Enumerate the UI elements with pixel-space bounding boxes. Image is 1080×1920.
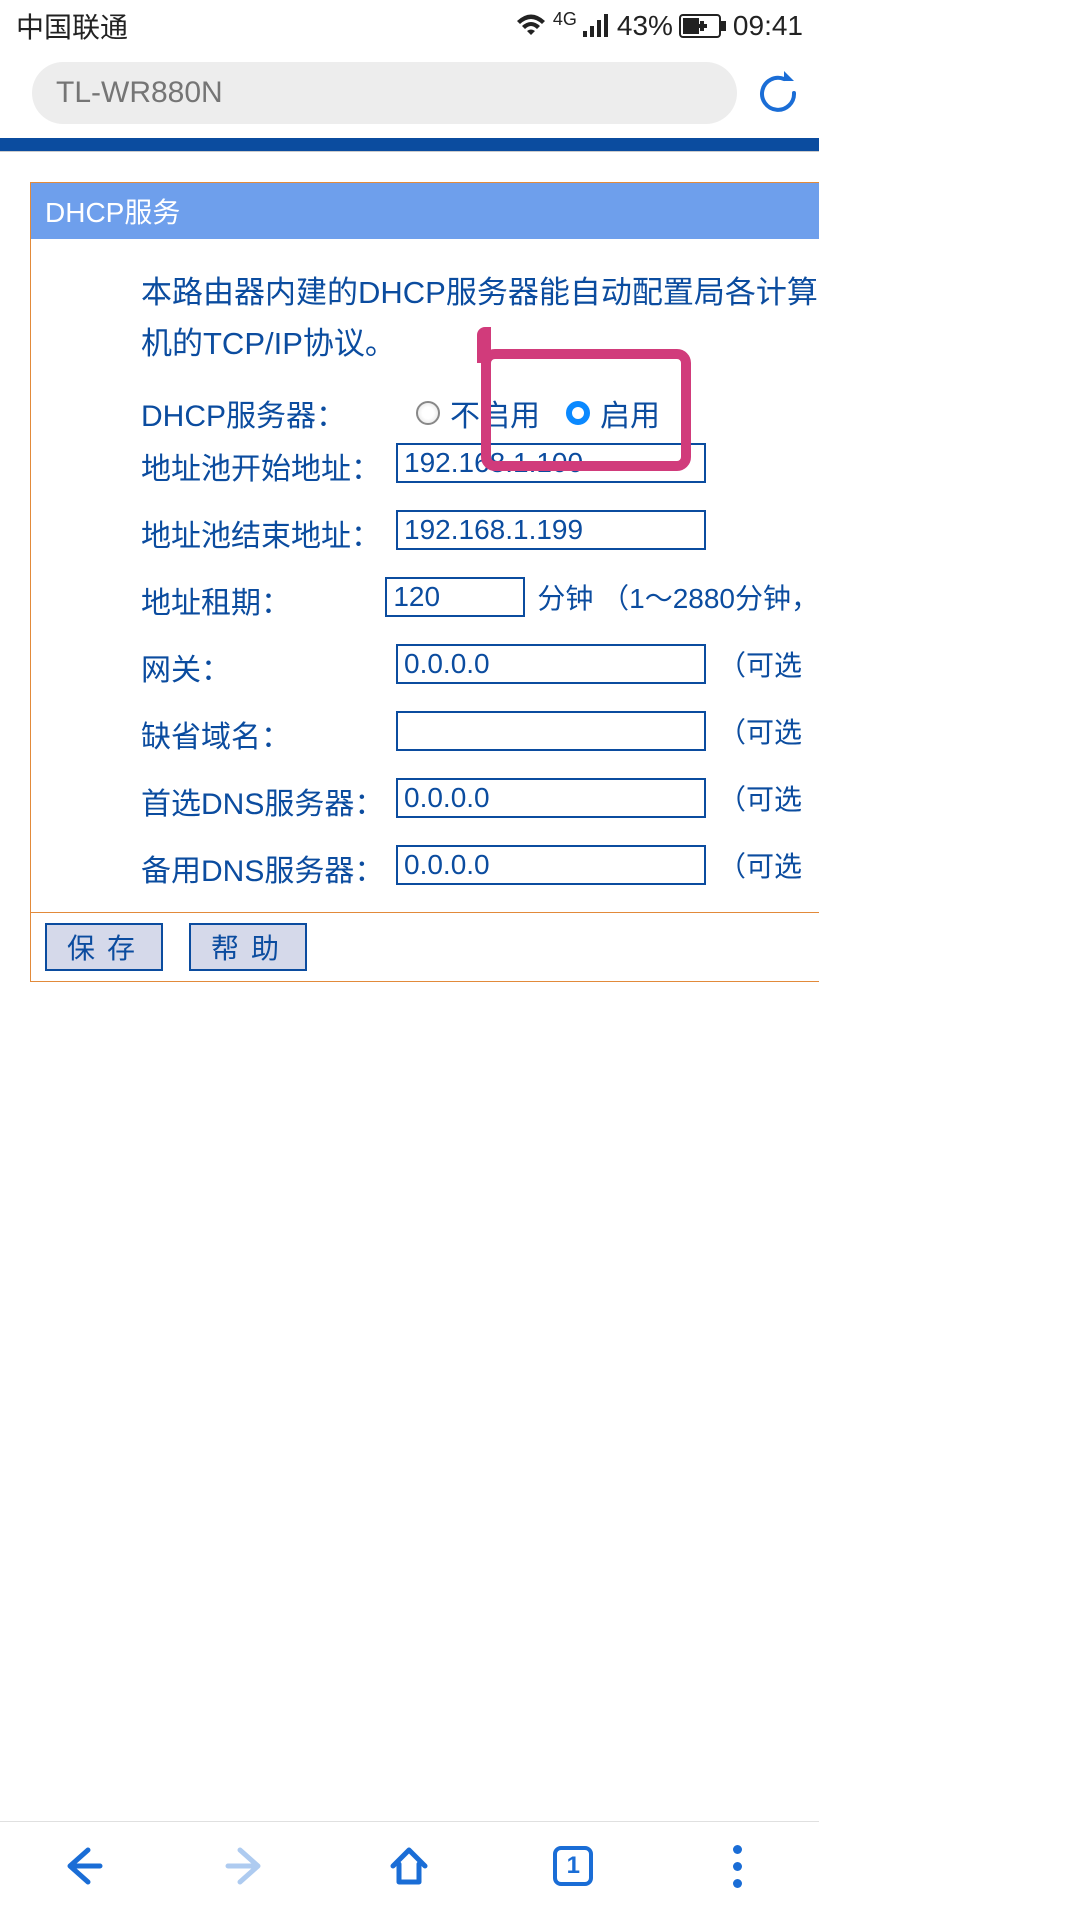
gateway-row: 网关： （可选	[141, 644, 819, 693]
lease-suffix: 分钟 （1～2880分钟，	[537, 577, 819, 617]
time-label: 09:41	[733, 10, 803, 42]
dns2-input[interactable]	[396, 845, 706, 885]
start-address-label: 地址池开始地址：	[141, 443, 396, 492]
help-button[interactable]: 帮助	[189, 923, 307, 971]
menu-button[interactable]	[709, 1838, 765, 1894]
gateway-optional: （可选	[718, 644, 802, 684]
gateway-label: 网关：	[141, 644, 396, 693]
domain-input[interactable]	[396, 711, 706, 751]
dns2-row: 备用DNS服务器： （可选	[141, 845, 819, 894]
reload-button[interactable]	[753, 68, 803, 118]
radio-disable[interactable]	[416, 401, 440, 425]
network-label: 4G	[553, 9, 577, 30]
end-address-label: 地址池结束地址：	[141, 510, 396, 559]
dns1-optional: （可选	[718, 778, 802, 818]
domain-row: 缺省域名： （可选	[141, 711, 819, 760]
lease-label: 地址租期：	[141, 577, 385, 626]
dns2-optional: （可选	[718, 845, 802, 885]
wifi-icon	[515, 13, 547, 39]
start-address-row: 地址池开始地址：	[141, 443, 819, 492]
forward-button[interactable]	[218, 1838, 274, 1894]
bottom-nav: 1	[0, 1821, 819, 1920]
dhcp-server-label: DHCP服务器：	[141, 391, 396, 435]
home-button[interactable]	[381, 1838, 437, 1894]
top-divider	[0, 138, 819, 152]
menu-dots-icon	[733, 1845, 742, 1888]
content-area: DHCP服务 本路由器内建的DHCP服务器能自动配置局各计算机的TCP/IP协议…	[0, 152, 819, 982]
battery-label: 43%	[617, 10, 673, 42]
save-button[interactable]: 保存	[45, 923, 163, 971]
back-button[interactable]	[54, 1838, 110, 1894]
dns1-input[interactable]	[396, 778, 706, 818]
dns1-row: 首选DNS服务器： （可选	[141, 778, 819, 827]
button-row: 保存 帮助	[31, 912, 819, 981]
status-right: 4G 43% 09:41	[515, 10, 803, 42]
dhcp-radio-group: 不启用 启用	[416, 391, 660, 435]
radio-disable-label: 不启用	[450, 391, 540, 435]
radio-enable[interactable]	[566, 401, 590, 425]
dhcp-server-row: DHCP服务器： 不启用 启用	[141, 391, 819, 435]
end-address-row: 地址池结束地址：	[141, 510, 819, 559]
carrier-label: 中国联通	[16, 6, 128, 46]
gateway-input[interactable]	[396, 644, 706, 684]
status-bar: 中国联通 4G 43% 09:41	[0, 0, 819, 52]
domain-label: 缺省域名：	[141, 711, 396, 760]
dns1-label: 首选DNS服务器：	[141, 778, 396, 827]
start-address-input[interactable]	[396, 443, 706, 483]
signal-icon	[583, 13, 611, 39]
dns2-label: 备用DNS服务器：	[141, 845, 396, 894]
url-input[interactable]	[32, 62, 737, 124]
tabs-button[interactable]: 1	[545, 1838, 601, 1894]
panel-title: DHCP服务	[31, 183, 819, 239]
battery-icon	[679, 14, 727, 38]
end-address-input[interactable]	[396, 510, 706, 550]
dhcp-panel: DHCP服务 本路由器内建的DHCP服务器能自动配置局各计算机的TCP/IP协议…	[30, 182, 819, 982]
lease-row: 地址租期： 分钟 （1～2880分钟，	[141, 577, 819, 626]
radio-enable-label: 启用	[600, 391, 660, 435]
intro-text: 本路由器内建的DHCP服务器能自动配置局各计算机的TCP/IP协议。	[141, 267, 819, 369]
tabs-count: 1	[553, 1846, 593, 1886]
lease-input[interactable]	[385, 577, 525, 617]
domain-optional: （可选	[718, 711, 802, 751]
url-bar	[0, 52, 819, 138]
